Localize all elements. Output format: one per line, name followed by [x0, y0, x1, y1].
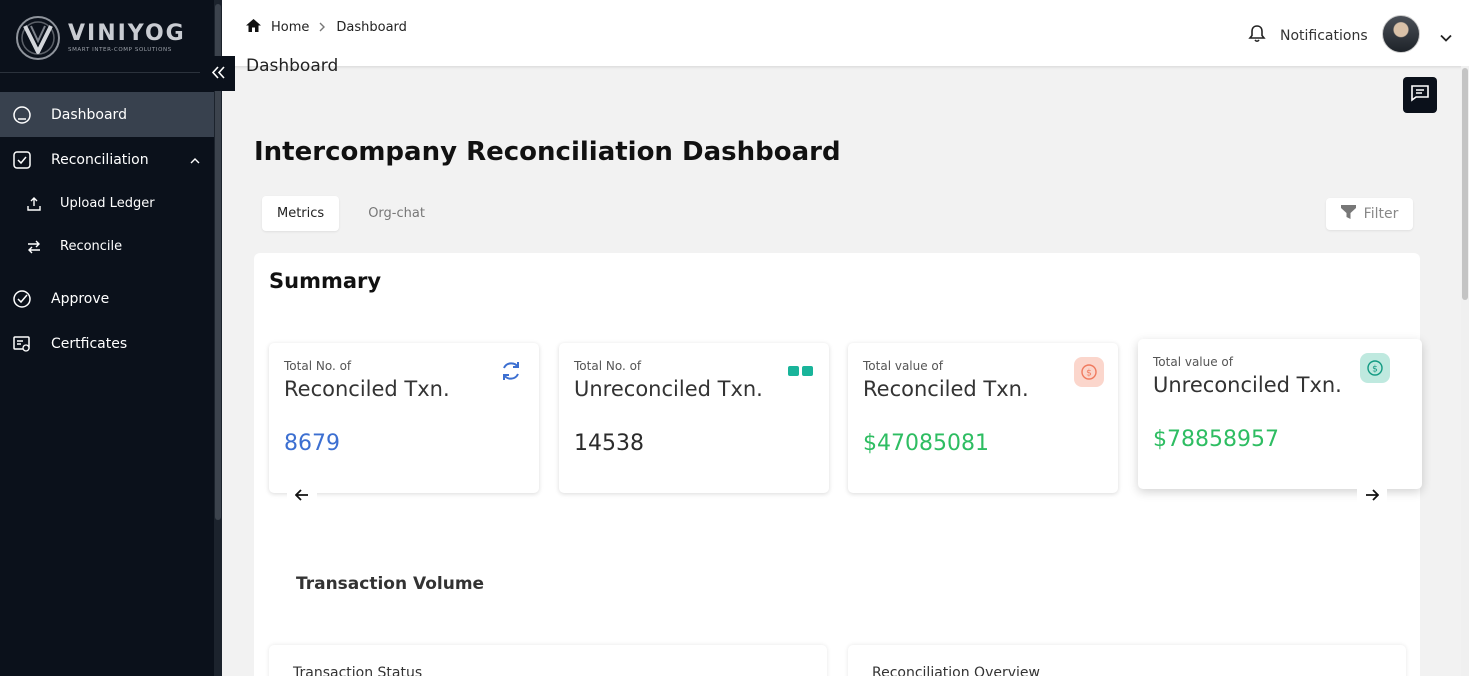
card-title: Reconciliation Overview: [872, 665, 1040, 676]
arrow-right-icon: [1365, 486, 1380, 505]
card-heading: Unreconciled Txn.: [574, 377, 763, 401]
home-icon[interactable]: [246, 19, 261, 36]
summary-panel: Summary Total No. of Reconciled Txn. 867…: [254, 253, 1422, 676]
collapse-sidebar-button[interactable]: [200, 56, 235, 91]
sidebar-nav: Dashboard Reconciliation Upload Ledger R…: [0, 92, 214, 366]
sidebar-item-label: Reconciliation: [51, 151, 149, 168]
sidebar-item-label: Reconcile: [60, 239, 123, 254]
card-caption: Total No. of: [284, 359, 352, 373]
home-icon: [12, 105, 32, 125]
sidebar-item-label: Upload Ledger: [60, 196, 155, 211]
chat-button[interactable]: [1403, 77, 1437, 113]
check-square-icon: [12, 150, 32, 170]
chevron-up-icon[interactable]: [190, 152, 200, 168]
svg-text:$: $: [1086, 369, 1092, 379]
filter-button[interactable]: Filter: [1326, 198, 1413, 230]
sidebar-item-label: Dashboard: [51, 106, 127, 123]
sidebar-item-reconcile[interactable]: Reconcile: [0, 225, 214, 268]
card-caption: Total No. of: [574, 359, 642, 373]
dollar-coin-icon: $: [1360, 353, 1390, 383]
sidebar-item-dashboard[interactable]: Dashboard: [0, 92, 214, 137]
carousel-next-button[interactable]: [1357, 480, 1387, 510]
sidebar-item-upload-ledger[interactable]: Upload Ledger: [0, 182, 214, 225]
sidebar-scrollbar[interactable]: [214, 0, 222, 676]
message-icon: [1410, 84, 1430, 106]
sidebar: VINIYOG SMART INTER-COMP SOLUTIONS Dashb…: [0, 0, 214, 676]
avatar[interactable]: [1382, 15, 1420, 53]
card-heading: Unreconciled Txn.: [1153, 373, 1342, 397]
card-value: $47085081: [863, 431, 989, 456]
metric-card-unreconciled-count[interactable]: Total No. of Unreconciled Txn. 14538: [559, 343, 829, 493]
breadcrumb-home[interactable]: Home: [271, 20, 309, 35]
dollar-coin-icon: $: [1074, 357, 1104, 387]
funnel-icon: [1340, 205, 1356, 223]
metric-card-reconciled-count[interactable]: Total No. of Reconciled Txn. 8679: [269, 343, 539, 493]
summary-title: Summary: [269, 269, 382, 293]
tab-metrics[interactable]: Metrics: [262, 196, 340, 231]
sidebar-item-certificates[interactable]: Certficates: [0, 321, 214, 366]
svg-text:$: $: [1372, 365, 1378, 375]
dashboard-title: Intercompany Reconciliation Dashboard: [254, 137, 841, 167]
notifications-label: Notifications: [1280, 27, 1368, 44]
brand-name: VINIYOG: [68, 21, 186, 46]
divider: [0, 72, 200, 73]
transaction-status-card: Transaction Status: [269, 645, 827, 676]
viniyog-logo-icon: [16, 16, 60, 60]
sidebar-item-approve[interactable]: Approve: [0, 276, 214, 321]
brand-logo[interactable]: VINIYOG SMART INTER-COMP SOLUTIONS: [14, 14, 186, 62]
tab-org-chat[interactable]: Org-chat: [353, 196, 440, 231]
filter-label: Filter: [1363, 206, 1399, 222]
upload-icon: [27, 196, 41, 211]
certificate-icon: [12, 334, 32, 354]
notifications-button[interactable]: Notifications: [1248, 24, 1368, 47]
reconciliation-overview-card: Reconciliation Overview: [848, 645, 1406, 676]
double-chevron-left-icon: [211, 64, 225, 83]
tab-bar: Metrics Org-chat: [262, 196, 440, 231]
page-scrollbar-thumb[interactable]: [1462, 68, 1468, 300]
toggle-blocks-icon: [787, 357, 815, 385]
brand-tagline: SMART INTER-COMP SOLUTIONS: [68, 47, 172, 53]
bell-icon: [1248, 24, 1266, 47]
breadcrumb: Home Dashboard: [246, 19, 407, 36]
card-value: $78858957: [1153, 427, 1279, 452]
page-title: Dashboard: [246, 56, 339, 76]
sidebar-item-reconciliation[interactable]: Reconciliation: [0, 137, 214, 182]
card-value: 8679: [284, 431, 340, 456]
sidebar-item-label: Approve: [51, 290, 110, 307]
card-value: 14538: [574, 431, 644, 456]
metric-card-reconciled-value[interactable]: Total value of Reconciled Txn. $47085081…: [848, 343, 1118, 493]
top-header: Home Dashboard Notifications: [222, 0, 1469, 66]
sidebar-item-label: Certficates: [51, 335, 128, 352]
card-title: Transaction Status: [293, 665, 423, 676]
chevron-right-icon: [319, 21, 326, 35]
chevron-down-icon[interactable]: [1440, 27, 1452, 46]
arrow-left-icon: [294, 486, 309, 505]
swap-icon: [27, 240, 41, 254]
card-heading: Reconciled Txn.: [863, 377, 1029, 401]
metric-card-unreconciled-value[interactable]: Total value of Unreconciled Txn. $788589…: [1138, 339, 1422, 489]
carousel-prev-button[interactable]: [287, 480, 317, 510]
refresh-icon: [497, 357, 525, 385]
card-heading: Reconciled Txn.: [284, 377, 450, 401]
card-caption: Total value of: [863, 359, 943, 373]
breadcrumb-current: Dashboard: [336, 20, 407, 35]
check-circle-icon: [12, 289, 32, 309]
card-caption: Total value of: [1153, 355, 1233, 369]
transaction-volume-title: Transaction Volume: [296, 574, 485, 594]
page-scrollbar[interactable]: [1461, 66, 1469, 676]
